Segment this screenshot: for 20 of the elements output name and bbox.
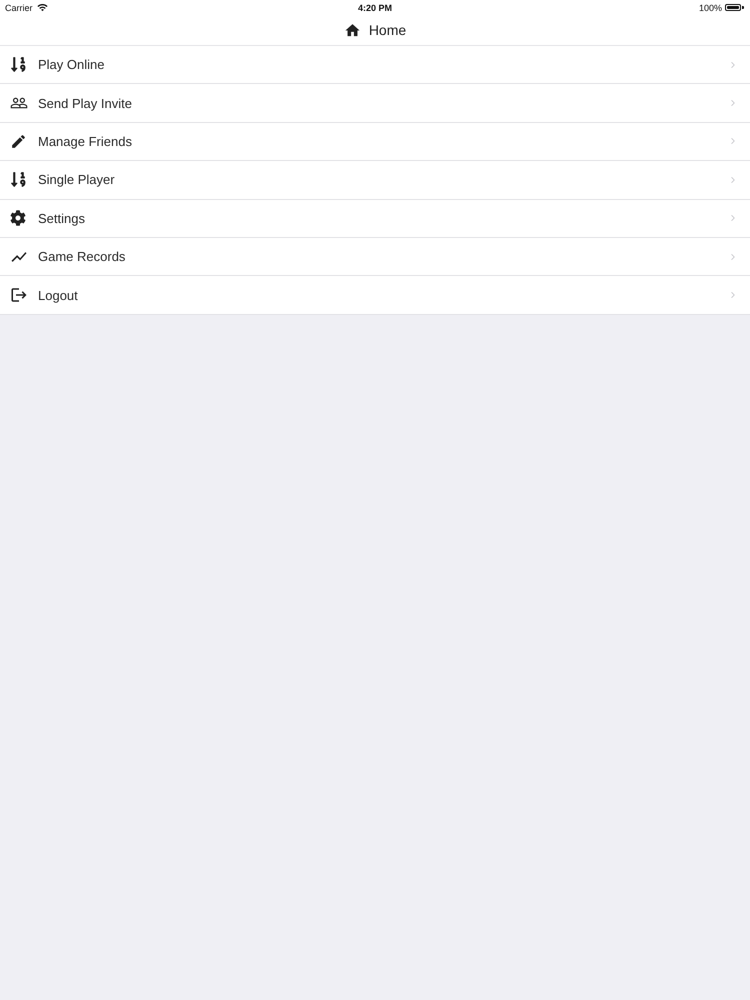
nav-title: Home [368,22,406,38]
carrier-label: Carrier [5,2,33,12]
menu-item-label: Send Play Invite [38,96,133,111]
sort-numeric-icon [10,171,27,188]
battery-icon [725,3,745,12]
logout-icon [10,286,28,304]
wifi-icon [36,2,48,13]
sort-numeric-icon [10,56,27,74]
menu-item-label: Play Online [38,57,106,72]
menu-item-label: Game Records [38,249,126,264]
status-time: 4:20 PM [358,2,392,12]
menu-item[interactable]: Settings [0,200,750,238]
menu-item-label: Single Player [38,172,116,188]
home-icon [344,22,361,38]
battery-percent: 100% [698,2,722,12]
menu-item-label: Logout [38,288,79,303]
pencil-icon [10,132,27,150]
menu-item-label: Manage Friends [38,134,133,149]
settings-icon [10,210,26,226]
menu-item-label: Settings [38,210,86,226]
